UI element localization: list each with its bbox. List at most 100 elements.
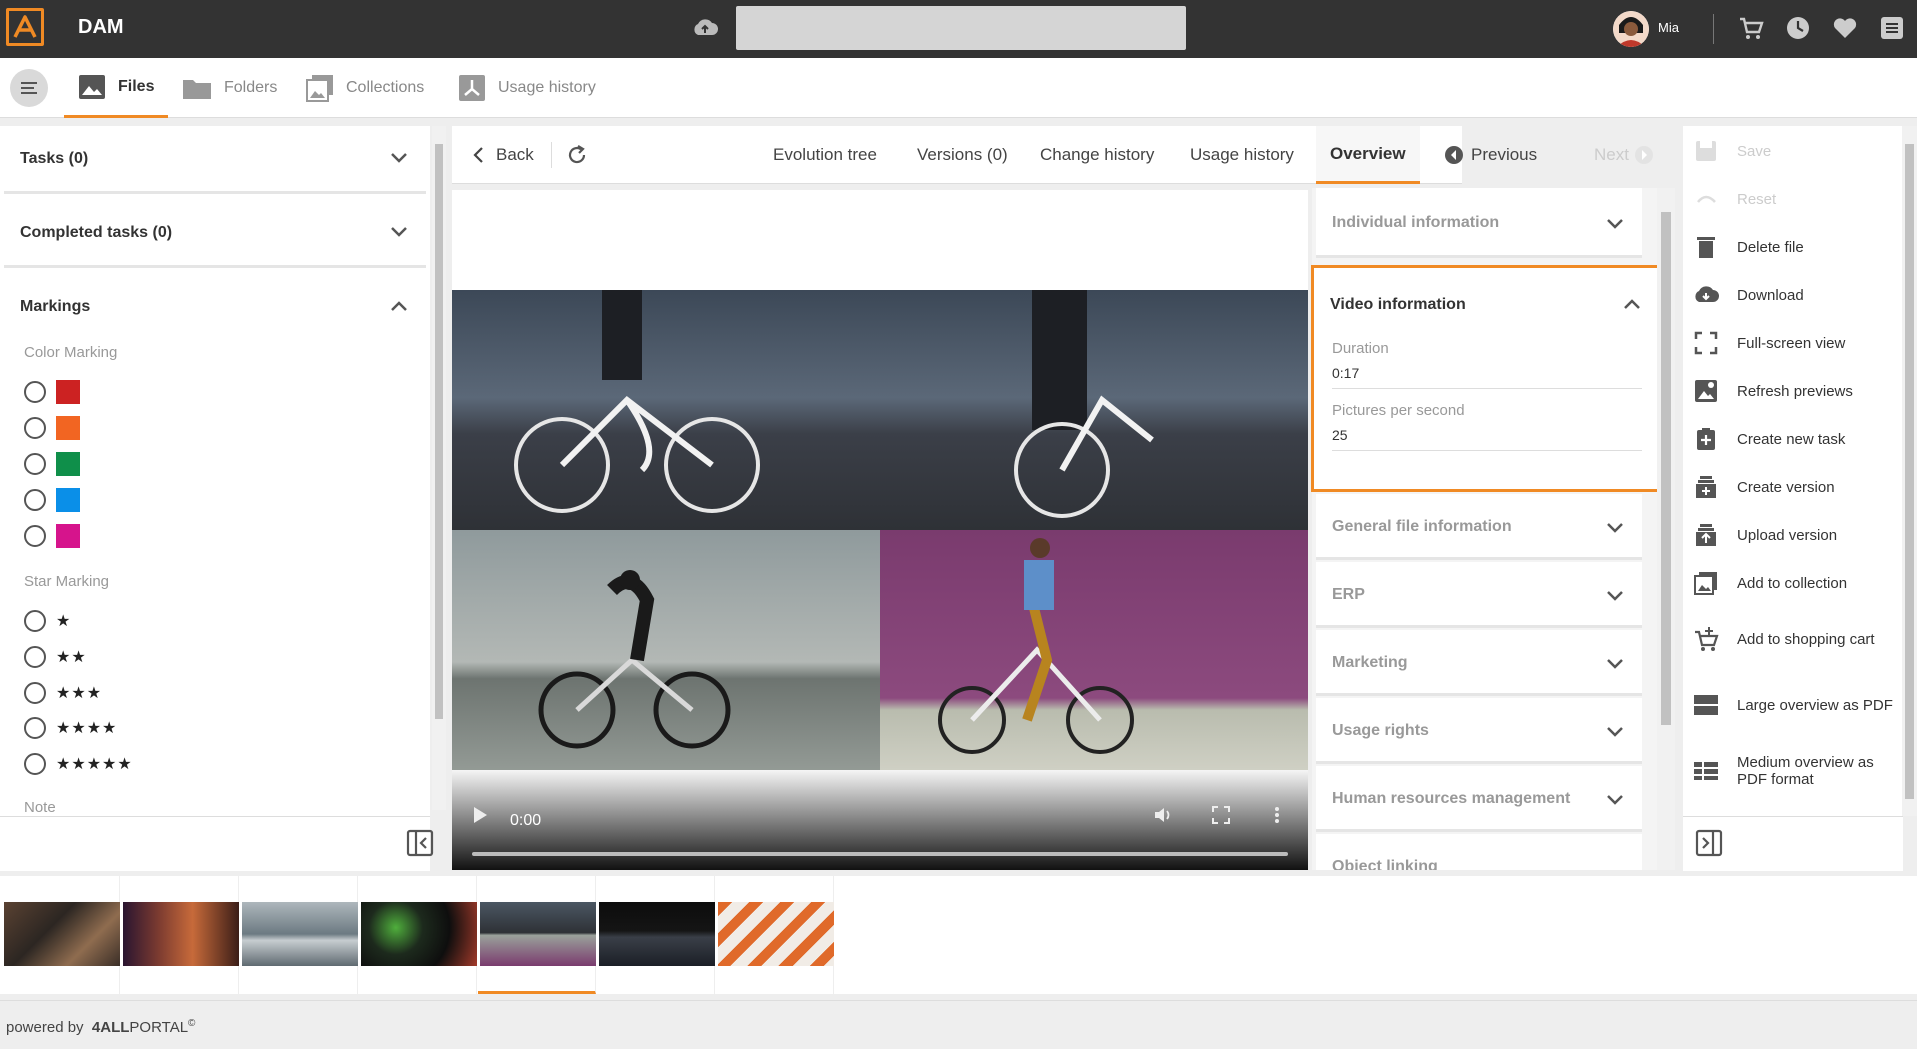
save-button[interactable]: Save	[1691, 138, 1895, 164]
create-task-button[interactable]: Create new task	[1691, 425, 1895, 453]
collections-icon	[306, 74, 334, 102]
right-scrollbar[interactable]	[1902, 126, 1917, 816]
clock-icon[interactable]	[1785, 15, 1811, 41]
star-radio-3[interactable]	[24, 682, 46, 704]
previous-button[interactable]: Previous	[1445, 126, 1537, 184]
lightbox-icon[interactable]	[1879, 15, 1905, 41]
brand-bold: 4ALL	[91, 1019, 130, 1036]
color-radio-5[interactable]	[24, 525, 46, 547]
more-options-icon[interactable]	[1274, 806, 1280, 824]
star-rating-4: ★★★★	[56, 720, 118, 737]
info-scrollbar[interactable]	[1657, 188, 1675, 870]
cart-icon[interactable]	[1738, 15, 1764, 41]
save-icon	[1691, 140, 1721, 162]
back-button[interactable]: Back	[472, 126, 534, 184]
thumbnail[interactable]	[240, 876, 358, 994]
chevron-down-icon[interactable]	[1606, 590, 1624, 602]
download-button[interactable]: Download	[1691, 281, 1895, 309]
play-icon[interactable]	[472, 806, 488, 824]
chevron-down-icon[interactable]	[1606, 218, 1624, 230]
chevron-up-icon[interactable]	[390, 300, 408, 312]
delete-file-button[interactable]: Delete file	[1691, 233, 1895, 261]
tab-change-history[interactable]: Change history	[1040, 126, 1154, 184]
refresh-previews-button[interactable]: Refresh previews	[1691, 377, 1895, 405]
scroll-thumb[interactable]	[1905, 144, 1914, 799]
tab-folders[interactable]: Folders	[182, 58, 277, 118]
reset-button[interactable]: Reset	[1691, 186, 1895, 212]
star-radio-1[interactable]	[24, 610, 46, 632]
left-scrollbar[interactable]	[432, 126, 446, 810]
add-to-cart-button[interactable]: Add to shopping cart	[1691, 617, 1895, 661]
avatar[interactable]	[1613, 11, 1649, 47]
tab-evolution-tree[interactable]: Evolution tree	[773, 126, 877, 184]
color-radio-2[interactable]	[24, 417, 46, 439]
upload-cloud-icon[interactable]	[692, 17, 718, 39]
star-radio-2[interactable]	[24, 646, 46, 668]
chevron-down-icon[interactable]	[390, 226, 408, 238]
menu-toggle-button[interactable]	[10, 69, 48, 107]
usage-rights-section[interactable]: Usage rights	[1316, 698, 1642, 764]
scroll-thumb[interactable]	[435, 144, 443, 719]
tab-usage-history[interactable]: Usage history	[458, 58, 596, 118]
star-radio-5[interactable]	[24, 753, 46, 775]
tasks-section[interactable]: Tasks (0)	[4, 126, 426, 194]
video-frame[interactable]	[452, 290, 1308, 770]
expand-panel-icon[interactable]	[1695, 829, 1723, 857]
collapse-panel-icon[interactable]	[406, 829, 434, 857]
duration-label: Duration	[1332, 340, 1389, 357]
object-linking-section[interactable]: Object linking	[1316, 834, 1642, 870]
user-name[interactable]: Mia	[1658, 20, 1679, 35]
medium-overview-pdf-button[interactable]: Medium overview as PDF format	[1691, 749, 1895, 793]
erp-section[interactable]: ERP	[1316, 562, 1642, 628]
next-button[interactable]: Next	[1594, 126, 1653, 184]
video-player[interactable]: 0:00	[452, 190, 1308, 870]
hr-section[interactable]: Human resources management	[1316, 766, 1642, 832]
tab-versions[interactable]: Versions (0)	[917, 126, 1008, 184]
color-radio-3[interactable]	[24, 453, 46, 475]
thumbnail-selected[interactable]	[478, 876, 596, 994]
chevron-up-icon[interactable]	[1623, 298, 1641, 310]
app-logo[interactable]	[6, 8, 44, 46]
chevron-down-icon[interactable]	[1606, 522, 1624, 534]
thumbnail[interactable]	[2, 876, 120, 994]
completed-tasks-section[interactable]: Completed tasks (0)	[4, 200, 426, 268]
chevron-down-icon[interactable]	[1606, 726, 1624, 738]
individual-info-section[interactable]: Individual information	[1316, 188, 1642, 258]
chevron-down-icon[interactable]	[1606, 794, 1624, 806]
create-version-button[interactable]: Create version	[1691, 473, 1895, 501]
search-input[interactable]	[736, 6, 1186, 50]
color-radio-1[interactable]	[24, 381, 46, 403]
thumbnail[interactable]	[121, 876, 239, 994]
general-info-section[interactable]: General file information	[1316, 494, 1642, 560]
star-radio-4[interactable]	[24, 717, 46, 739]
volume-icon[interactable]	[1154, 806, 1174, 824]
color-radio-4[interactable]	[24, 489, 46, 511]
large-overview-pdf-button[interactable]: Large overview as PDF	[1691, 683, 1895, 727]
fps-label: Pictures per second	[1332, 402, 1465, 419]
scroll-thumb[interactable]	[1661, 212, 1671, 725]
tab-overview[interactable]: Overview	[1316, 126, 1420, 184]
tab-detail-usage-history[interactable]: Usage history	[1190, 126, 1294, 184]
add-to-collection-button[interactable]: Add to collection	[1691, 569, 1895, 597]
tab-collections[interactable]: Collections	[306, 58, 424, 118]
marketing-section[interactable]: Marketing	[1316, 630, 1642, 696]
image-icon	[78, 74, 106, 100]
fullscreen-icon[interactable]	[1212, 806, 1230, 824]
heart-icon[interactable]	[1832, 15, 1858, 41]
clipboard-add-icon	[1691, 427, 1721, 451]
tab-files[interactable]: Files	[64, 58, 169, 118]
refresh-icon[interactable]	[566, 126, 588, 184]
chevron-down-icon[interactable]	[390, 152, 408, 164]
thumbnail-image	[599, 902, 715, 966]
trash-icon	[1691, 235, 1721, 259]
thumbnail[interactable]	[716, 876, 834, 994]
thumbnail[interactable]	[359, 876, 477, 994]
upload-version-button[interactable]: Upload version	[1691, 521, 1895, 549]
next-label: Next	[1594, 145, 1629, 164]
chevron-down-icon[interactable]	[1606, 658, 1624, 670]
note-label: Note	[24, 799, 56, 816]
individual-info-title: Individual information	[1332, 214, 1500, 231]
video-progress-bar[interactable]	[472, 852, 1288, 856]
thumbnail[interactable]	[597, 876, 715, 994]
fullscreen-view-button[interactable]: Full-screen view	[1691, 329, 1895, 357]
